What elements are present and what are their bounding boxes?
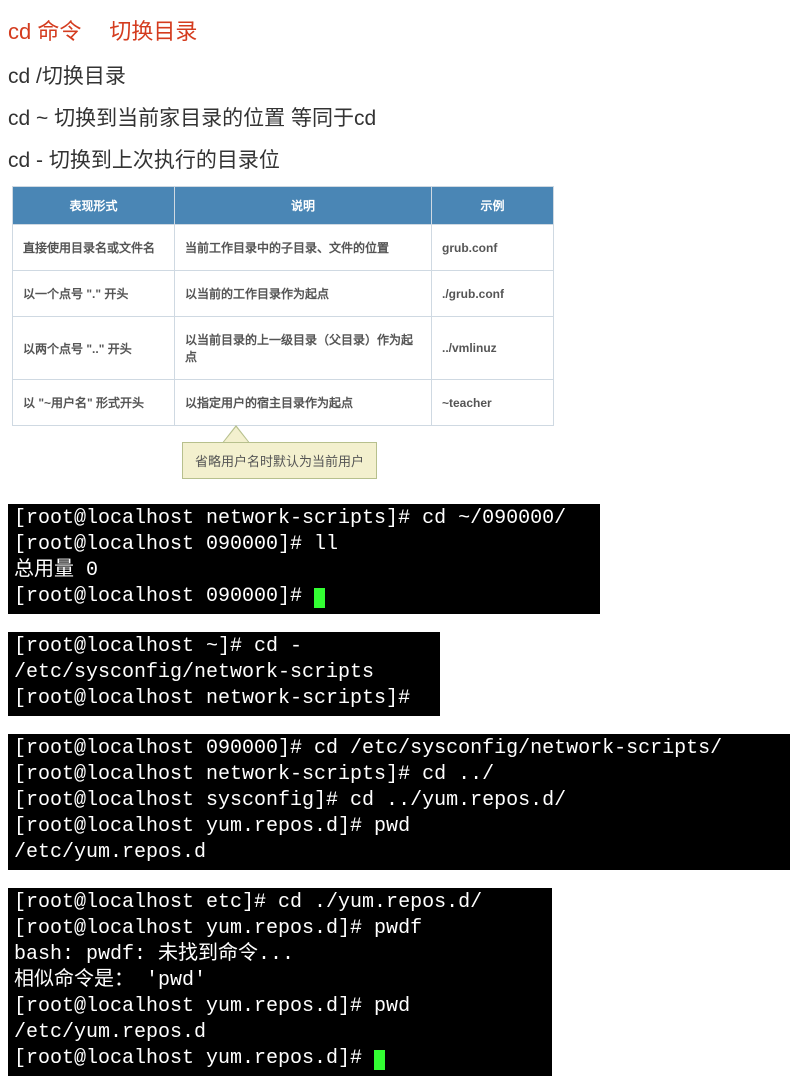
heading-part1: cd 命令 bbox=[8, 19, 81, 44]
cursor-icon bbox=[314, 588, 325, 608]
callout-tail-icon bbox=[222, 425, 250, 443]
terminal-output: [root@localhost 090000]# cd /etc/sysconf… bbox=[14, 737, 722, 864]
cell-example: ../vmlinuz bbox=[432, 317, 554, 380]
table-row: 直接使用目录名或文件名 当前工作目录中的子目录、文件的位置 grub.conf bbox=[13, 225, 554, 271]
cell-form: 直接使用目录名或文件名 bbox=[13, 225, 175, 271]
path-table-wrap: 表现形式 说明 示例 直接使用目录名或文件名 当前工作目录中的子目录、文件的位置… bbox=[12, 186, 788, 486]
th-desc: 说明 bbox=[175, 187, 432, 225]
terminal-block-4: [root@localhost etc]# cd ./yum.repos.d/ … bbox=[8, 888, 552, 1076]
terminal-block-3: [root@localhost 090000]# cd /etc/sysconf… bbox=[8, 734, 790, 870]
cell-example: ~teacher bbox=[432, 380, 554, 426]
path-table: 表现形式 说明 示例 直接使用目录名或文件名 当前工作目录中的子目录、文件的位置… bbox=[12, 186, 554, 426]
cell-desc: 当前工作目录中的子目录、文件的位置 bbox=[175, 225, 432, 271]
table-row: 以一个点号 "." 开头 以当前的工作目录作为起点 ./grub.conf bbox=[13, 271, 554, 317]
cell-form: 以 "~用户名" 形式开头 bbox=[13, 380, 175, 426]
terminal-block-2: [root@localhost ~]# cd - /etc/sysconfig/… bbox=[8, 632, 440, 716]
cell-form: 以两个点号 ".." 开头 bbox=[13, 317, 175, 380]
cell-example: grub.conf bbox=[432, 225, 554, 271]
cell-desc: 以当前的工作目录作为起点 bbox=[175, 271, 432, 317]
cell-example: ./grub.conf bbox=[432, 271, 554, 317]
terminal-output: [root@localhost etc]# cd ./yum.repos.d/ … bbox=[14, 891, 482, 1070]
cell-desc: 以当前目录的上一级目录（父目录）作为起点 bbox=[175, 317, 432, 380]
usage-line-2: cd ~ 切换到当前家目录的位置 等同于cd bbox=[8, 102, 788, 132]
cell-desc: 以指定用户的宿主目录作为起点 bbox=[175, 380, 432, 426]
cell-form: 以一个点号 "." 开头 bbox=[13, 271, 175, 317]
terminal-block-1: [root@localhost network-scripts]# cd ~/0… bbox=[8, 504, 600, 614]
page-heading: cd 命令 切换目录 bbox=[8, 14, 788, 46]
terminal-output: [root@localhost ~]# cd - /etc/sysconfig/… bbox=[14, 635, 410, 710]
table-row: 以两个点号 ".." 开头 以当前目录的上一级目录（父目录）作为起点 ../vm… bbox=[13, 317, 554, 380]
cursor-icon bbox=[374, 1050, 385, 1070]
th-form: 表现形式 bbox=[13, 187, 175, 225]
usage-line-1: cd /切换目录 bbox=[8, 60, 788, 90]
usage-line-3: cd - 切换到上次执行的目录位 bbox=[8, 144, 788, 174]
table-row: 以 "~用户名" 形式开头 以指定用户的宿主目录作为起点 ~teacher bbox=[13, 380, 554, 426]
callout: 省略用户名时默认为当前用户 bbox=[182, 426, 788, 486]
th-example: 示例 bbox=[432, 187, 554, 225]
table-header-row: 表现形式 说明 示例 bbox=[13, 187, 554, 225]
terminal-output: [root@localhost network-scripts]# cd ~/0… bbox=[14, 507, 566, 608]
heading-part2: 切换目录 bbox=[109, 19, 197, 44]
callout-text: 省略用户名时默认为当前用户 bbox=[182, 442, 377, 479]
